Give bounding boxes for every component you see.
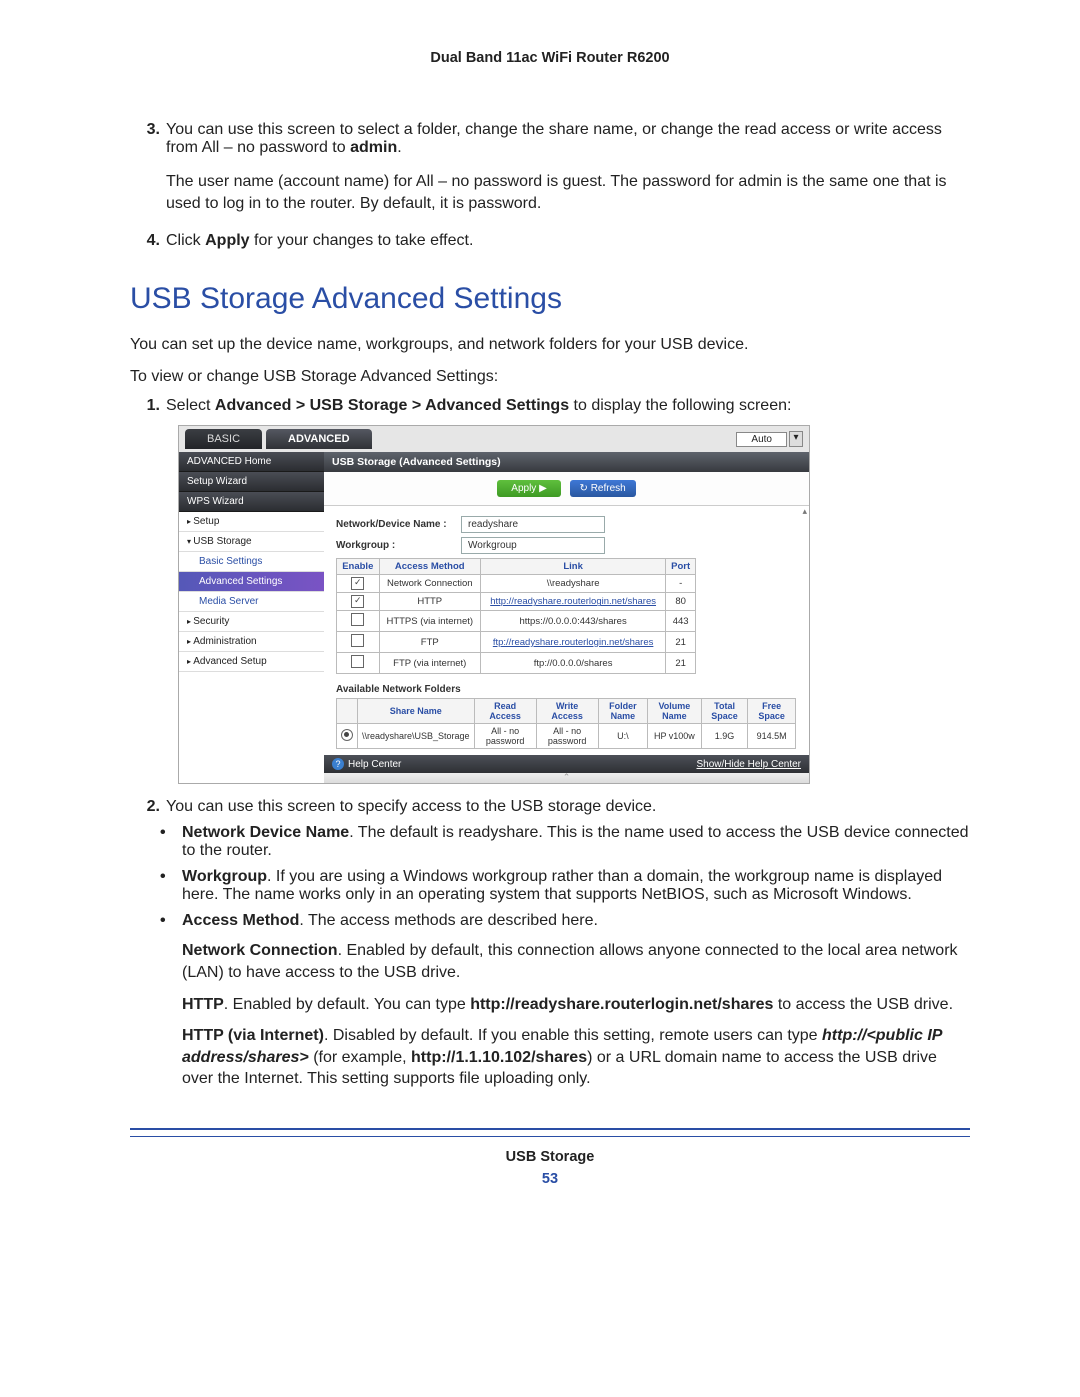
- intro-paragraph-2: To view or change USB Storage Advanced S…: [130, 366, 970, 388]
- am-header-enable: Enable: [337, 559, 380, 575]
- anf-h-free: Free Space: [748, 699, 796, 724]
- sidebar-item-advanced-setup[interactable]: Advanced Setup: [179, 652, 324, 672]
- intro-paragraph: You can set up the device name, workgrou…: [130, 334, 970, 356]
- anf-h-share: Share Name: [358, 699, 475, 724]
- am-row: HTTPhttp://readyshare.routerlogin.net/sh…: [337, 593, 696, 611]
- apply-button[interactable]: Apply ▶: [497, 480, 560, 497]
- am-enable-checkbox[interactable]: [351, 595, 364, 608]
- workgroup-input[interactable]: Workgroup: [461, 537, 605, 554]
- access-method-http-via-internet: HTTP (via Internet). Disabled by default…: [182, 1025, 970, 1090]
- tab-advanced[interactable]: ADVANCED: [266, 429, 372, 449]
- step-number-4: 4.: [130, 232, 166, 250]
- bullet-icon: •: [160, 868, 182, 904]
- footer-page-number: 53: [130, 1171, 970, 1187]
- bullet-icon: •: [160, 912, 182, 930]
- footer-rule-1: [130, 1128, 970, 1130]
- anf-row[interactable]: \\readyshare\USB_Storage All - no passwo…: [337, 724, 796, 749]
- step-number-3: 3.: [130, 121, 166, 224]
- am-row: FTPftp://readyshare.routerlogin.net/shar…: [337, 632, 696, 653]
- anf-h-write: Write Access: [536, 699, 598, 724]
- network-device-name-input[interactable]: readyshare: [461, 516, 605, 533]
- sidebar-item-advanced-home[interactable]: ADVANCED Home: [179, 452, 324, 472]
- sidebar-item-advanced-settings[interactable]: Advanced Settings: [179, 572, 324, 592]
- sidebar-item-usb-storage[interactable]: USB Storage: [179, 532, 324, 552]
- bullet-access-method: Access Method. The access methods are de…: [182, 912, 970, 930]
- router-ui-screenshot: BASIC ADVANCED Auto ▾ ADVANCED Home Setu…: [178, 425, 810, 784]
- workgroup-label: Workgroup :: [336, 540, 461, 551]
- access-method-network-connection: Network Connection. Enabled by default, …: [182, 940, 970, 983]
- step-2-text: You can use this screen to specify acces…: [166, 798, 970, 816]
- am-link[interactable]: ftp://readyshare.routerlogin.net/shares: [493, 637, 654, 648]
- section-heading: USB Storage Advanced Settings: [130, 282, 970, 316]
- auto-select[interactable]: Auto: [736, 432, 787, 447]
- panel-title: USB Storage (Advanced Settings): [324, 452, 809, 472]
- am-row: HTTPS (via internet)https://0.0.0.0:443/…: [337, 611, 696, 632]
- anf-row-radio[interactable]: [341, 729, 353, 741]
- am-enable-checkbox[interactable]: [351, 613, 364, 626]
- auto-select-dropdown-icon[interactable]: ▾: [789, 431, 803, 447]
- network-device-name-label: Network/Device Name :: [336, 519, 461, 530]
- show-hide-help-center[interactable]: Show/Hide Help Center: [697, 759, 802, 770]
- am-row: FTP (via internet)ftp://0.0.0.0/shares21: [337, 653, 696, 674]
- am-header-link: Link: [480, 559, 665, 575]
- anf-h-total: Total Space: [701, 699, 748, 724]
- drawer-handle-icon[interactable]: ⌃: [324, 773, 809, 783]
- anf-h-read: Read Access: [474, 699, 536, 724]
- am-enable-checkbox[interactable]: [351, 577, 364, 590]
- bullet-workgroup: Workgroup. If you are using a Windows wo…: [182, 868, 970, 904]
- footer-rule-2: [130, 1136, 970, 1137]
- step-4-text: Click Apply for your changes to take eff…: [166, 232, 970, 250]
- tab-basic[interactable]: BASIC: [185, 429, 262, 449]
- scroll-up-icon[interactable]: ▴: [802, 506, 807, 517]
- refresh-button[interactable]: ↻ Refresh: [570, 480, 636, 497]
- sidebar-item-basic-settings[interactable]: Basic Settings: [179, 552, 324, 572]
- am-header-method: Access Method: [379, 559, 480, 575]
- am-header-port: Port: [666, 559, 696, 575]
- help-center-link[interactable]: Help Center: [332, 758, 401, 770]
- sidebar: ADVANCED Home Setup Wizard WPS Wizard Se…: [179, 452, 324, 783]
- step-number-2: 2.: [130, 798, 166, 816]
- anf-h-vol: Volume Name: [648, 699, 702, 724]
- doc-header: Dual Band 11ac WiFi Router R6200: [130, 50, 970, 66]
- access-method-table: Enable Access Method Link Port Network C…: [336, 558, 696, 674]
- access-method-http: HTTP. Enabled by default. You can type h…: [182, 994, 970, 1016]
- available-network-folders-title: Available Network Folders: [336, 684, 797, 695]
- sidebar-item-media-server[interactable]: Media Server: [179, 592, 324, 612]
- sidebar-item-administration[interactable]: Administration: [179, 632, 324, 652]
- footer-title: USB Storage: [130, 1149, 970, 1165]
- step-number-1: 1.: [130, 397, 166, 415]
- am-enable-checkbox[interactable]: [351, 655, 364, 668]
- step-1-text: Select Advanced > USB Storage > Advanced…: [166, 397, 970, 415]
- bullet-network-device-name: Network Device Name. The default is read…: [182, 824, 970, 860]
- anf-h-folder: Folder Name: [598, 699, 647, 724]
- am-row: Network Connection\\readyshare-: [337, 575, 696, 593]
- sidebar-item-wps-wizard[interactable]: WPS Wizard: [179, 492, 324, 512]
- step-3-text: You can use this screen to select a fold…: [166, 121, 970, 224]
- bullet-icon: •: [160, 824, 182, 860]
- sidebar-item-setup[interactable]: Setup: [179, 512, 324, 532]
- am-link[interactable]: http://readyshare.routerlogin.net/shares: [490, 596, 656, 607]
- available-network-folders-table: Share Name Read Access Write Access Fold…: [336, 698, 796, 749]
- am-enable-checkbox[interactable]: [351, 634, 364, 647]
- sidebar-item-setup-wizard[interactable]: Setup Wizard: [179, 472, 324, 492]
- sidebar-item-security[interactable]: Security: [179, 612, 324, 632]
